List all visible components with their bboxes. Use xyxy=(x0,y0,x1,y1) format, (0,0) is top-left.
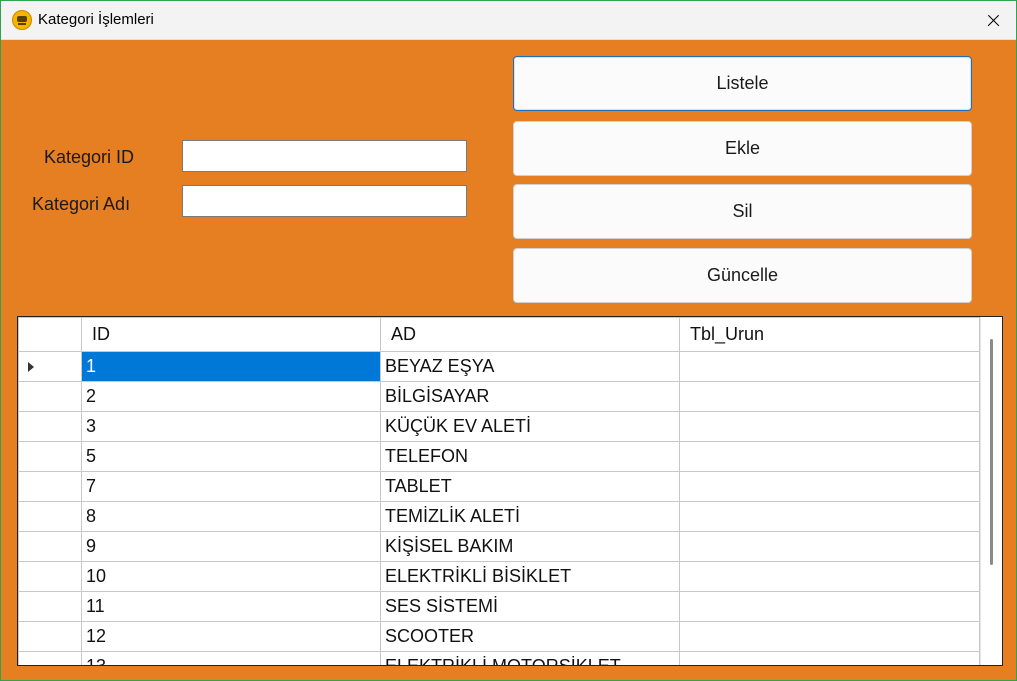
cell-ad[interactable]: BEYAZ EŞYA xyxy=(380,351,680,382)
cell-ad[interactable]: TELEFON xyxy=(380,441,680,472)
column-header-id[interactable]: ID xyxy=(81,317,381,352)
cell-id[interactable]: 12 xyxy=(81,621,381,652)
cell-id[interactable]: 3 xyxy=(81,411,381,442)
row-header[interactable] xyxy=(18,561,82,592)
cell-ad[interactable]: ELEKTRİKLİ MOTORSİKLET xyxy=(380,651,680,665)
kategori-grid[interactable]: ID AD Tbl_Urun 1 BEYAZ EŞYA 2 BİLGİSAYAR 3 KÜ… xyxy=(17,316,1003,666)
sil-button[interactable]: Sil xyxy=(513,184,972,239)
cell-tbl-urun[interactable] xyxy=(679,351,980,382)
current-row-arrow-icon xyxy=(28,362,34,372)
row-header[interactable] xyxy=(18,411,82,442)
table-row[interactable]: 7 TABLET xyxy=(18,471,980,502)
table-row[interactable]: 13 ELEKTRİKLİ MOTORSİKLET xyxy=(18,651,980,665)
vertical-scrollbar[interactable] xyxy=(980,317,1002,665)
cell-tbl-urun[interactable] xyxy=(679,501,980,532)
cell-id[interactable]: 2 xyxy=(81,381,381,412)
cell-tbl-urun[interactable] xyxy=(679,561,980,592)
cell-ad[interactable]: KÜÇÜK EV ALETİ xyxy=(380,411,680,442)
row-header[interactable] xyxy=(18,591,82,622)
cell-id[interactable]: 9 xyxy=(81,531,381,562)
cell-tbl-urun[interactable] xyxy=(679,411,980,442)
cell-id[interactable]: 7 xyxy=(81,471,381,502)
cell-tbl-urun[interactable] xyxy=(679,471,980,502)
cell-tbl-urun[interactable] xyxy=(679,381,980,412)
table-row[interactable]: 10 ELEKTRİKLİ BİSİKLET xyxy=(18,561,980,592)
cell-ad[interactable]: ELEKTRİKLİ BİSİKLET xyxy=(380,561,680,592)
row-header[interactable] xyxy=(18,381,82,412)
cell-id[interactable]: 5 xyxy=(81,441,381,472)
listele-button[interactable]: Listele xyxy=(513,56,972,111)
kategori-window: Kategori İşlemleri Kategori ID Kategori … xyxy=(0,0,1017,681)
table-row[interactable]: 3 KÜÇÜK EV ALETİ xyxy=(18,411,980,442)
row-header[interactable] xyxy=(18,471,82,502)
cell-id[interactable]: 10 xyxy=(81,561,381,592)
window-title: Kategori İşlemleri xyxy=(38,11,154,28)
cell-tbl-urun[interactable] xyxy=(679,591,980,622)
table-row[interactable]: 11 SES SİSTEMİ xyxy=(18,591,980,622)
row-header[interactable] xyxy=(18,441,82,472)
title-bar: Kategori İşlemleri xyxy=(1,1,1016,40)
cell-id[interactable]: 11 xyxy=(81,591,381,622)
table-row[interactable]: 8 TEMİZLİK ALETİ xyxy=(18,501,980,532)
cell-id[interactable]: 13 xyxy=(81,651,381,665)
table-row[interactable]: 9 KİŞİSEL BAKIM xyxy=(18,531,980,562)
row-header[interactable] xyxy=(18,531,82,562)
app-icon xyxy=(12,10,32,30)
cell-ad[interactable]: TEMİZLİK ALETİ xyxy=(380,501,680,532)
kategori-adi-label: Kategori Adı xyxy=(32,194,131,214)
row-header[interactable] xyxy=(18,351,82,382)
grid-header-row: ID AD Tbl_Urun xyxy=(18,317,980,352)
grid-table: ID AD Tbl_Urun 1 BEYAZ EŞYA 2 BİLGİSAYAR 3 KÜ… xyxy=(18,317,980,665)
cell-tbl-urun[interactable] xyxy=(679,441,980,472)
table-row[interactable]: 2 BİLGİSAYAR xyxy=(18,381,980,412)
row-header-corner xyxy=(18,317,82,352)
cell-tbl-urun[interactable] xyxy=(679,531,980,562)
cell-ad[interactable]: SES SİSTEMİ xyxy=(380,591,680,622)
kategori-adi-input[interactable] xyxy=(182,185,467,217)
row-header[interactable] xyxy=(18,621,82,652)
scrollbar-thumb[interactable] xyxy=(990,339,993,565)
row-header[interactable] xyxy=(18,651,82,665)
cell-ad[interactable]: SCOOTER xyxy=(380,621,680,652)
cell-tbl-urun[interactable] xyxy=(679,651,980,665)
column-header-tbl-urun[interactable]: Tbl_Urun xyxy=(679,317,980,352)
table-row[interactable]: 12 SCOOTER xyxy=(18,621,980,652)
cell-ad[interactable]: KİŞİSEL BAKIM xyxy=(380,531,680,562)
table-row[interactable]: 5 TELEFON xyxy=(18,441,980,472)
column-header-ad[interactable]: AD xyxy=(380,317,680,352)
kategori-id-input[interactable] xyxy=(182,140,467,172)
guncelle-button[interactable]: Güncelle xyxy=(513,248,972,303)
ekle-button[interactable]: Ekle xyxy=(513,121,972,176)
cell-tbl-urun[interactable] xyxy=(679,621,980,652)
cell-ad[interactable]: BİLGİSAYAR xyxy=(380,381,680,412)
cell-ad[interactable]: TABLET xyxy=(380,471,680,502)
table-row[interactable]: 1 BEYAZ EŞYA xyxy=(18,351,980,382)
row-header[interactable] xyxy=(18,501,82,532)
kategori-id-label: Kategori ID xyxy=(44,147,135,167)
close-icon[interactable] xyxy=(970,1,1016,40)
cell-id[interactable]: 1 xyxy=(81,351,381,382)
cell-id[interactable]: 8 xyxy=(81,501,381,532)
